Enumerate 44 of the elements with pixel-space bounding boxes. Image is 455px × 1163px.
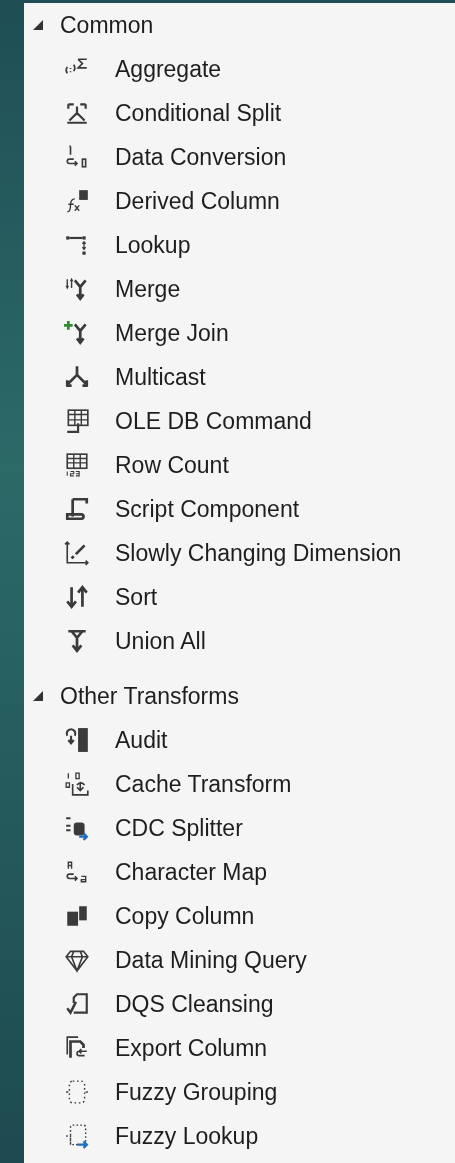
- toolbox-item[interactable]: Lookup: [24, 223, 455, 267]
- toolbox-item[interactable]: Export Column: [24, 1026, 455, 1070]
- toolbox-item[interactable]: Sort: [24, 575, 455, 619]
- function-icon: [64, 188, 90, 214]
- toolbox-item[interactable]: Multicast: [24, 355, 455, 399]
- audit-icon: [64, 727, 90, 753]
- toolbox-item[interactable]: Merge: [24, 267, 455, 311]
- document-arrow-icon: [64, 1035, 90, 1061]
- sort-icon: [64, 584, 90, 610]
- group-header[interactable]: Common: [24, 3, 455, 47]
- copy-icon: [64, 903, 90, 929]
- document-check-icon: [64, 991, 90, 1017]
- expander-icon: [33, 20, 43, 30]
- table-icon: [64, 408, 90, 434]
- chart-pencil-icon: [64, 540, 90, 566]
- toolbox-item[interactable]: Merge Join: [24, 311, 455, 355]
- toolbox-item[interactable]: Data Mining Query: [24, 938, 455, 982]
- toolbox-item[interactable]: Conditional Split: [24, 91, 455, 135]
- toolbox-item[interactable]: Audit: [24, 718, 455, 762]
- group-header[interactable]: Other Transforms: [24, 674, 455, 718]
- toolbox-item[interactable]: OLE DB Command: [24, 399, 455, 443]
- toolbox-item[interactable]: Fuzzy Lookup: [24, 1114, 455, 1158]
- toolbox-item[interactable]: Aggregate: [24, 47, 455, 91]
- toolbox-item[interactable]: Slowly Changing Dimension: [24, 531, 455, 575]
- toolbox-item[interactable]: Character Map: [24, 850, 455, 894]
- database-arrow-icon: [64, 815, 90, 841]
- cache-icon: [64, 771, 90, 797]
- toolbox-item[interactable]: Row Count: [24, 443, 455, 487]
- dotted-frame-icon: [64, 1079, 90, 1105]
- toolbox-item[interactable]: Script Component: [24, 487, 455, 531]
- toolbox-item[interactable]: Cache Transform: [24, 762, 455, 806]
- toolbox-item[interactable]: Derived Column: [24, 179, 455, 223]
- expander-icon: [33, 691, 43, 701]
- script-icon: [64, 496, 90, 522]
- toolbox-item[interactable]: Copy Column: [24, 894, 455, 938]
- multicast-icon: [64, 364, 90, 390]
- toolbox-item[interactable]: Fuzzy Grouping: [24, 1070, 455, 1114]
- toolbox-item[interactable]: CDC Splitter: [24, 806, 455, 850]
- row-count-icon: [64, 452, 90, 478]
- dotted-frame-arrow-icon: [64, 1123, 90, 1149]
- split-icon: [64, 100, 90, 126]
- toolbox-item[interactable]: Data Conversion: [24, 135, 455, 179]
- toolbox-item[interactable]: DQS Cleansing: [24, 982, 455, 1026]
- toolbox-item[interactable]: Union All: [24, 619, 455, 663]
